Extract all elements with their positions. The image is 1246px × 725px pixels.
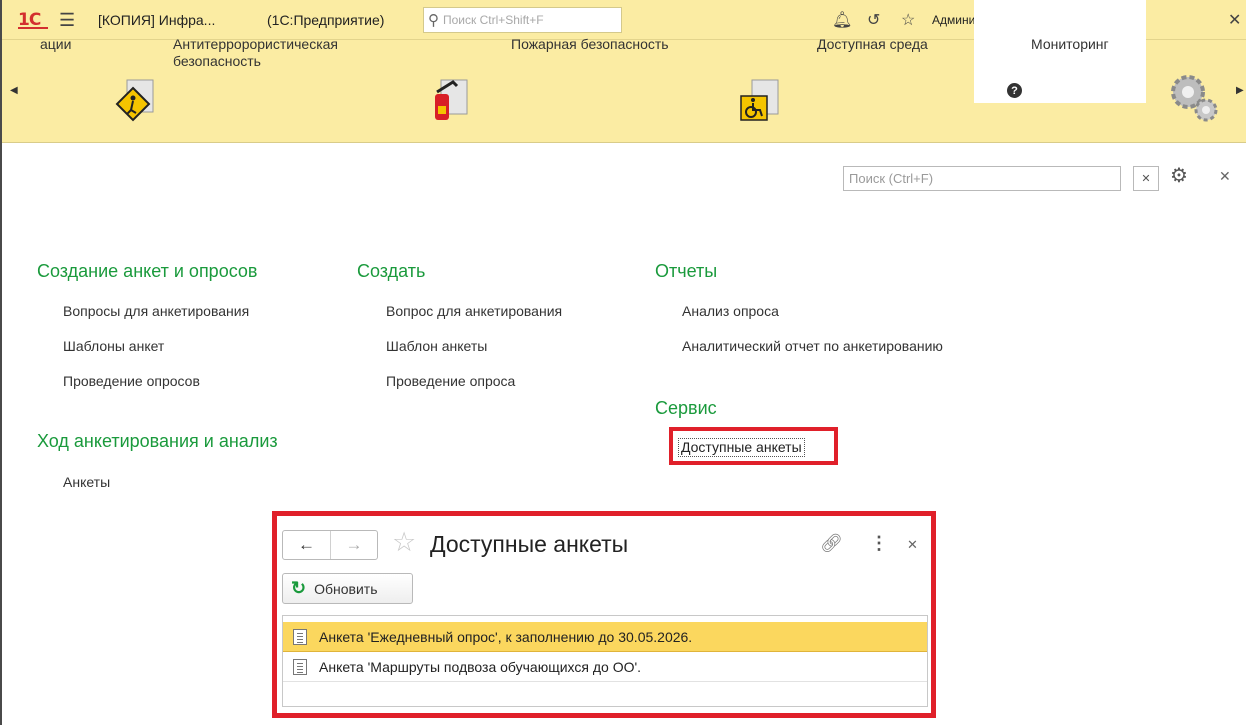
search-input[interactable]: Поиск (Ctrl+F): [843, 166, 1121, 191]
command-link[interactable]: Вопрос для анкетирования: [386, 303, 562, 319]
command-link[interactable]: Шаблоны анкет: [63, 338, 164, 354]
document-icon: [293, 628, 307, 645]
command-link[interactable]: Анкеты: [63, 474, 110, 490]
group-title: Сервис: [655, 398, 717, 418]
command-link-available-surveys[interactable]: Доступные анкеты: [678, 438, 805, 457]
link-icon[interactable]: 🔗︎: [820, 533, 843, 554]
surveys-list: Анкета 'Ежедневный опрос', к заполнению …: [282, 615, 928, 707]
command-link[interactable]: Анализ опроса: [682, 303, 779, 319]
command-link[interactable]: Шаблон анкеты: [386, 338, 487, 354]
group-title: Создать: [357, 261, 426, 281]
command-link[interactable]: Проведение опроса: [386, 373, 515, 389]
refresh-icon: ↻: [291, 578, 307, 598]
section-item-active[interactable]: Мониторинг: [1031, 0, 1109, 103]
help-icon: ?: [1007, 83, 1022, 98]
command-link[interactable]: Аналитический отчет по анкетированию: [682, 338, 943, 354]
group-title: Ход анкетирования и анализ: [37, 431, 278, 451]
section-item[interactable]: Антитерророристическая безопасность: [173, 0, 403, 103]
app-logo[interactable]: 1С: [18, 0, 48, 40]
wheelchair-icon: [738, 76, 784, 124]
scroll-right-icon[interactable]: ▶: [1236, 85, 1244, 96]
search-icon: ⚲: [428, 12, 439, 29]
clear-search-button[interactable]: ✕: [1133, 166, 1159, 191]
section-item[interactable]: Пожарная безопасность: [511, 0, 669, 103]
list-item[interactable]: Анкета 'Ежедневный опрос', к заполнению …: [283, 622, 927, 652]
command-link[interactable]: Вопросы для анкетирования: [63, 303, 249, 319]
favorite-star-icon[interactable]: ☆: [392, 527, 416, 558]
gear-icon[interactable]: ⚙: [1170, 163, 1188, 188]
back-arrow-icon[interactable]: ←: [283, 531, 330, 559]
fire-extinguisher-icon: [427, 76, 473, 124]
hazard-sign-icon: [113, 76, 159, 124]
document-icon: [293, 658, 307, 675]
refresh-button[interactable]: ↻ Обновить: [282, 573, 413, 604]
command-link[interactable]: Проведение опросов: [63, 373, 200, 389]
close-popup-icon[interactable]: ✕: [907, 537, 918, 553]
close-window-icon[interactable]: ✕: [1228, 0, 1241, 40]
group-title: Отчеты: [655, 261, 718, 281]
list-item[interactable]: Анкета 'Маршруты подвоза обучающихся до …: [283, 652, 927, 682]
form-title: Доступные анкеты: [430, 531, 629, 557]
scroll-left-icon[interactable]: ◀: [10, 85, 18, 96]
more-actions-icon[interactable]: ⋮: [870, 533, 888, 554]
navigation-buttons: ← →: [282, 530, 378, 560]
forward-arrow-icon[interactable]: →: [329, 531, 377, 559]
close-icon[interactable]: ✕: [1219, 168, 1231, 185]
group-title: Создание анкет и опросов: [37, 261, 258, 281]
section-item[interactable]: ации: [40, 0, 71, 103]
gears-icon[interactable]: [1166, 70, 1222, 126]
section-item[interactable]: Доступная среда: [817, 0, 928, 103]
